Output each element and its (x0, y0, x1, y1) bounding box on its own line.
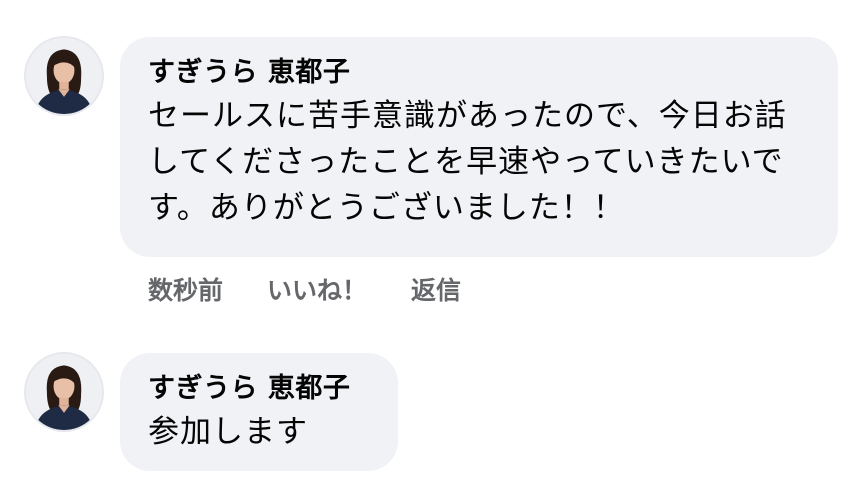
avatar[interactable] (24, 352, 104, 432)
comment-text: 参加します (148, 414, 308, 450)
avatar[interactable] (24, 36, 104, 116)
comment-bubble: すぎうら 恵都子 セールスに苦手意識があったので、今日お話してくださったことを早… (120, 37, 838, 257)
reply-button[interactable]: 返信 (411, 271, 461, 307)
like-button[interactable]: いいね！ (267, 271, 367, 307)
comment-bubble: すぎうら 恵都子 参加します (120, 353, 398, 471)
comment-text: セールスに苦手意識があったので、今日お話してくださったことを早速やっていきたいで… (148, 98, 787, 226)
comment-author[interactable]: すぎうら 恵都子 (148, 53, 810, 93)
comment-timestamp[interactable]: 数秒前 (148, 271, 223, 307)
profile-photo (26, 38, 102, 114)
comment-author[interactable]: すぎうら 恵都子 (148, 369, 370, 409)
comment-actions: 数秒前 いいね！ 返信 (148, 271, 505, 307)
profile-photo (26, 354, 102, 430)
